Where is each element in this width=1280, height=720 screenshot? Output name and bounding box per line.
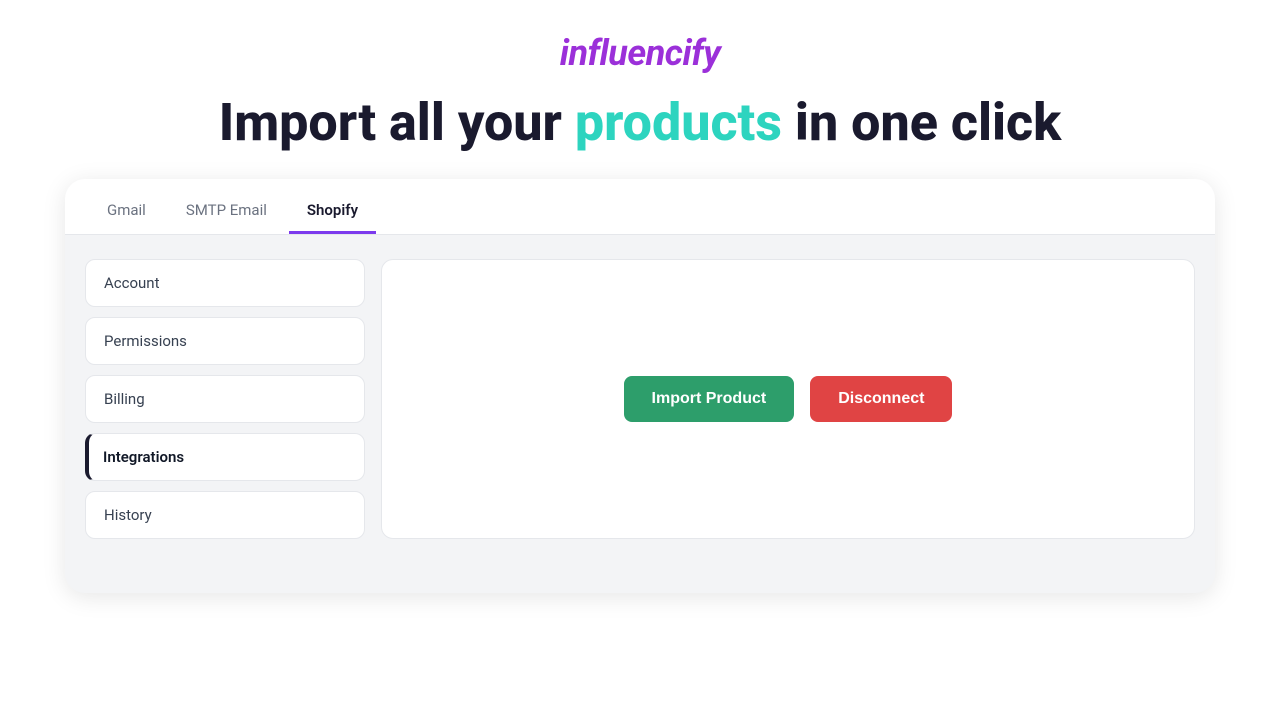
content-area: Account Permissions Billing Integrations…	[65, 235, 1215, 563]
headline-prefix: Import all your	[219, 92, 575, 153]
sidebar: Account Permissions Billing Integrations…	[85, 259, 365, 539]
import-product-button[interactable]: Import Product	[624, 376, 795, 422]
tab-shopify[interactable]: Shopify	[289, 185, 376, 234]
tab-gmail[interactable]: Gmail	[89, 185, 164, 234]
sidebar-item-account[interactable]: Account	[85, 259, 365, 307]
main-card: Gmail SMTP Email Shopify Account Permiss…	[65, 179, 1215, 593]
main-panel: Import Product Disconnect	[381, 259, 1195, 539]
headline-highlight: products	[575, 92, 782, 153]
tab-smtp-email[interactable]: SMTP Email	[168, 185, 285, 234]
sidebar-item-permissions[interactable]: Permissions	[85, 317, 365, 365]
headline-suffix: in one click	[782, 92, 1061, 153]
sidebar-item-billing[interactable]: Billing	[85, 375, 365, 423]
logo: influencify	[560, 32, 721, 74]
sidebar-item-history[interactable]: History	[85, 491, 365, 539]
header: influencify	[560, 32, 721, 74]
disconnect-button[interactable]: Disconnect	[810, 376, 952, 422]
headline: Import all your products in one click	[219, 94, 1061, 151]
sidebar-item-integrations[interactable]: Integrations	[85, 433, 365, 481]
tabs-bar: Gmail SMTP Email Shopify	[65, 179, 1215, 235]
